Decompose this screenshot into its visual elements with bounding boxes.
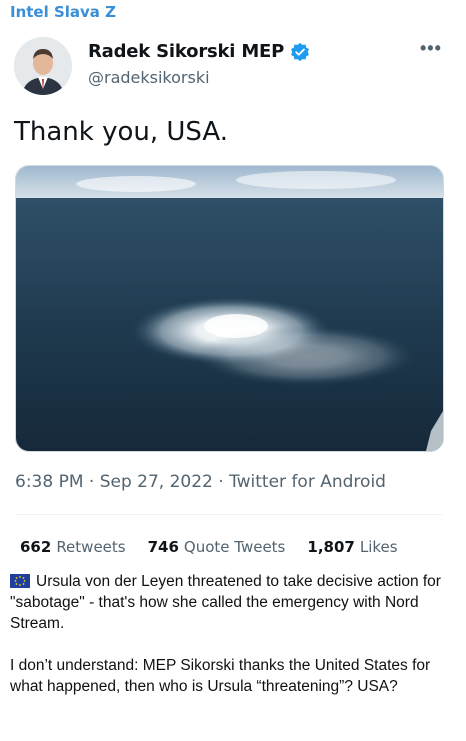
tweet-stats: 662 Retweets 746 Quote Tweets 1,807 Likes [20,538,398,556]
channel-name[interactable]: Intel Slava Z [10,3,116,21]
tweet-timestamp[interactable]: 6:38 PM · Sep 27, 2022 · Twitter for And… [15,472,386,492]
author-name-text: Radek Sikorski MEP [88,41,285,62]
likes-stat[interactable]: 1,807 Likes [307,538,397,556]
tweet-photo[interactable] [15,165,444,452]
author-name[interactable]: Radek Sikorski MEP [88,41,310,62]
author-avatar[interactable] [14,37,72,95]
eu-flag-icon [10,574,30,588]
divider [15,514,442,515]
retweets-stat[interactable]: 662 Retweets [20,538,126,556]
post-caption: Ursula von der Leyen threatened to take … [10,571,460,697]
more-options-icon[interactable]: ••• [420,38,442,59]
caption-paragraph-1: Ursula von der Leyen threatened to take … [10,573,441,632]
author-handle[interactable]: @radeksikorski [88,68,210,87]
verified-badge-icon [291,42,310,61]
caption-paragraph-2: I don’t understand: MEP Sikorski thanks … [10,657,431,695]
quote-tweets-stat[interactable]: 746 Quote Tweets [148,538,286,556]
tweet-text: Thank you, USA. [14,117,229,147]
